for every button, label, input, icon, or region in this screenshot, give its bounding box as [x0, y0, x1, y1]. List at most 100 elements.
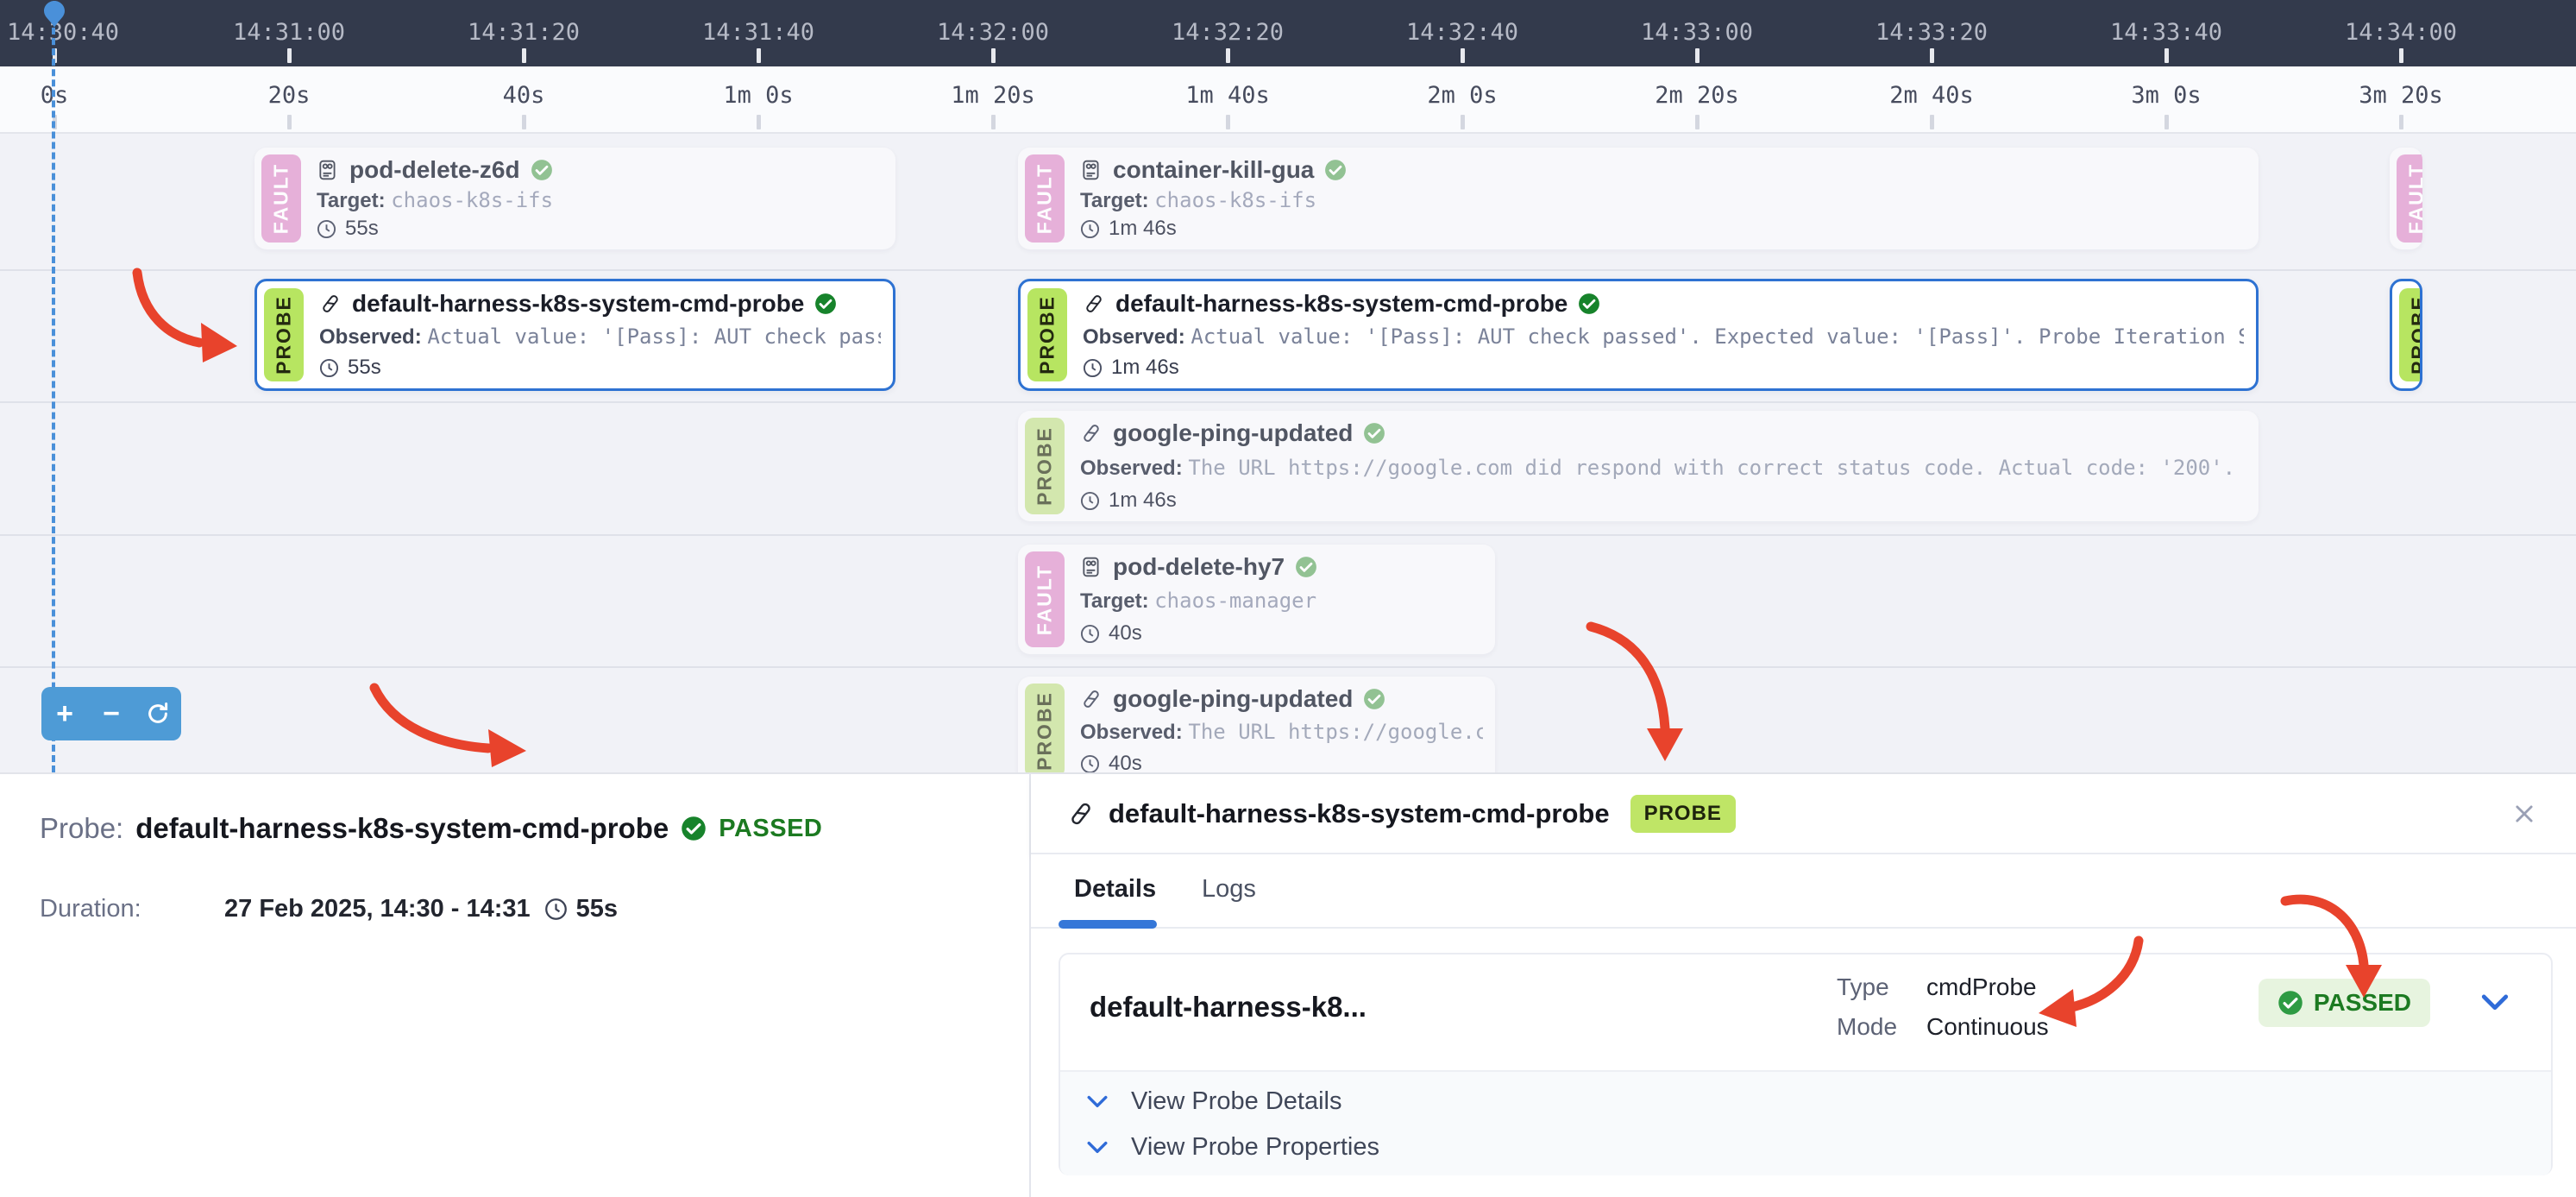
elapsed-tick [2164, 115, 2169, 129]
clock-tick [1930, 48, 1934, 63]
clock-icon [317, 219, 336, 239]
probe-icon [319, 293, 342, 315]
target-value: chaos-k8s-ifs [1154, 188, 1316, 212]
probe-tag: PROBE [2399, 288, 2422, 381]
card-title: google-ping-updated [1113, 685, 1353, 713]
clock-label: 14:33:00 [1641, 19, 1753, 46]
timeline-card-probe[interactable]: PROBE google-ping-updated Observed: The … [1018, 411, 2259, 521]
clock-tick [287, 48, 292, 63]
timeline-card-fault[interactable]: FAULT container-kill-gua Target: chaos-k… [1018, 148, 2259, 249]
card-duration: 55s [345, 217, 379, 241]
card-title: pod-delete-z6d [349, 156, 520, 184]
collapse-chevron-icon[interactable] [2480, 992, 2510, 1017]
fault-tag: FAULT [1025, 154, 1065, 243]
elapsed-tick [1226, 115, 1230, 129]
fault-icon [1080, 159, 1103, 181]
probe-tag-label: PROBE [2408, 295, 2423, 375]
probe-type-mode: Type cmdProbe Mode Continuous [1837, 973, 2049, 1041]
clock-label: 14:33:20 [1875, 19, 1988, 46]
timeline-card-probe[interactable]: PROBE google-ping-updated Observed: The … [1018, 677, 1495, 772]
probe-tag-label: PROBE [1034, 426, 1057, 506]
view-probe-properties-link[interactable]: View Probe Properties [1086, 1133, 2551, 1162]
fault-tag-label: FAULT [1034, 564, 1057, 634]
clock-label: 14:32:40 [1406, 19, 1518, 46]
duration-label: Duration: [40, 895, 224, 923]
status-pill-label: PASSED [2314, 989, 2411, 1017]
tab-logs[interactable]: Logs [1202, 875, 1256, 904]
success-check-icon [1363, 688, 1385, 710]
success-check-icon [1578, 293, 1600, 315]
fault-tag-label: FAULT [270, 163, 293, 234]
clock-tick [757, 48, 761, 63]
probe-name: default-harness-k8s-system-cmd-probe [135, 812, 669, 845]
clock-label: 14:32:00 [937, 19, 1049, 46]
type-value: cmdProbe [1926, 973, 2049, 1001]
card-duration: 55s [348, 356, 381, 380]
success-check-icon [1295, 556, 1317, 578]
elapsed-tick [757, 115, 761, 129]
view-probe-details-link[interactable]: View Probe Details [1086, 1087, 2551, 1116]
details-panel-title: default-harness-k8s-system-cmd-probe [1109, 798, 1610, 829]
close-icon[interactable] [2507, 797, 2541, 831]
probe-details-panel: default-harness-k8s-system-cmd-probe PRO… [1029, 772, 2576, 1197]
row-divider [0, 269, 2576, 271]
clock-icon [1080, 754, 1100, 773]
fault-tag-label: FAULT [1034, 163, 1057, 234]
observed-label: Observed: [1080, 721, 1183, 744]
probe-tag: PROBE [1025, 418, 1065, 514]
timeline-card-fault[interactable]: FAULT pod-delete-z6d Target: chaos-k8s-i… [254, 148, 895, 249]
duration-row: Duration: 27 Feb 2025, 14:30 - 14:31 55s [40, 895, 618, 923]
tab-details[interactable]: Details [1074, 875, 1156, 904]
fault-icon [317, 159, 339, 181]
elapsed-label: 40s [503, 82, 545, 109]
time-ruler-elapsed: 0s20s40s1m 0s1m 20s1m 40s2m 0s2m 20s2m 4… [0, 66, 2576, 134]
probe-detail-main-row: default-harness-k8... Type cmdProbe Mode… [1060, 954, 2551, 1070]
playhead-marker[interactable] [41, 0, 67, 35]
elapsed-label: 1m 40s [1185, 82, 1270, 109]
elapsed-tick [1930, 115, 1934, 129]
zoom-in-button[interactable]: + [45, 690, 85, 738]
timeline-card-probe-selected[interactable]: PROBE default-harness-k8s-system-cmd-pro… [254, 279, 895, 391]
observed-value: The URL https://google.com… [1188, 720, 1483, 744]
elapsed-tick [991, 115, 996, 129]
timeline-card-fault-clipped[interactable]: FAULT [2390, 148, 2422, 249]
clock-label: 14:31:00 [233, 19, 345, 46]
probe-label: Probe: [40, 812, 123, 845]
mode-value: Continuous [1926, 1013, 2049, 1041]
duration-seconds: 55s [576, 895, 618, 923]
target-value: chaos-manager [1154, 589, 1316, 613]
link-label: View Probe Details [1131, 1087, 1341, 1116]
zoom-out-button[interactable]: − [91, 690, 131, 738]
playhead-line [52, 17, 55, 772]
elapsed-tick [1695, 115, 1700, 129]
probe-icon [1083, 293, 1105, 315]
timeline-card-probe-clipped[interactable]: PROBE [2390, 279, 2422, 391]
clock-icon [1080, 624, 1100, 644]
probe-tag: PROBE [1027, 288, 1067, 381]
target-label: Target: [317, 189, 386, 212]
timeline-rows: FAULT pod-delete-z6d Target: chaos-k8s-i… [0, 134, 2576, 772]
details-tab-content: default-harness-k8... Type cmdProbe Mode… [1031, 929, 2576, 1197]
success-check-icon [681, 816, 707, 841]
elapsed-label: 2m 20s [1655, 82, 1739, 109]
timeline-card-fault[interactable]: FAULT pod-delete-hy7 Target: chaos-manag… [1018, 545, 1495, 654]
clock-tick [522, 48, 526, 63]
reset-zoom-button[interactable] [138, 690, 178, 738]
observed-value: Actual value: '[Pass]: AUT check passed'… [1191, 324, 2244, 349]
card-duration: 1m 46s [1111, 356, 1179, 380]
success-check-icon [1324, 159, 1347, 181]
clock-icon [1080, 491, 1100, 511]
elapsed-label: 20s [268, 82, 311, 109]
mode-label: Mode [1837, 1013, 1911, 1041]
clock-label: 14:33:40 [2110, 19, 2222, 46]
probe-icon [1080, 422, 1103, 444]
status-pill: PASSED [2259, 979, 2430, 1027]
timeline-card-probe-selected[interactable]: PROBE default-harness-k8s-system-cmd-pro… [1018, 279, 2259, 391]
row-divider [0, 534, 2576, 536]
card-title: google-ping-updated [1113, 419, 1353, 447]
card-duration: 40s [1109, 621, 1142, 646]
target-value: chaos-k8s-ifs [391, 188, 553, 212]
clock-tick [1461, 48, 1465, 63]
refresh-icon [145, 701, 171, 727]
elapsed-label: 3m 0s [2131, 82, 2201, 109]
